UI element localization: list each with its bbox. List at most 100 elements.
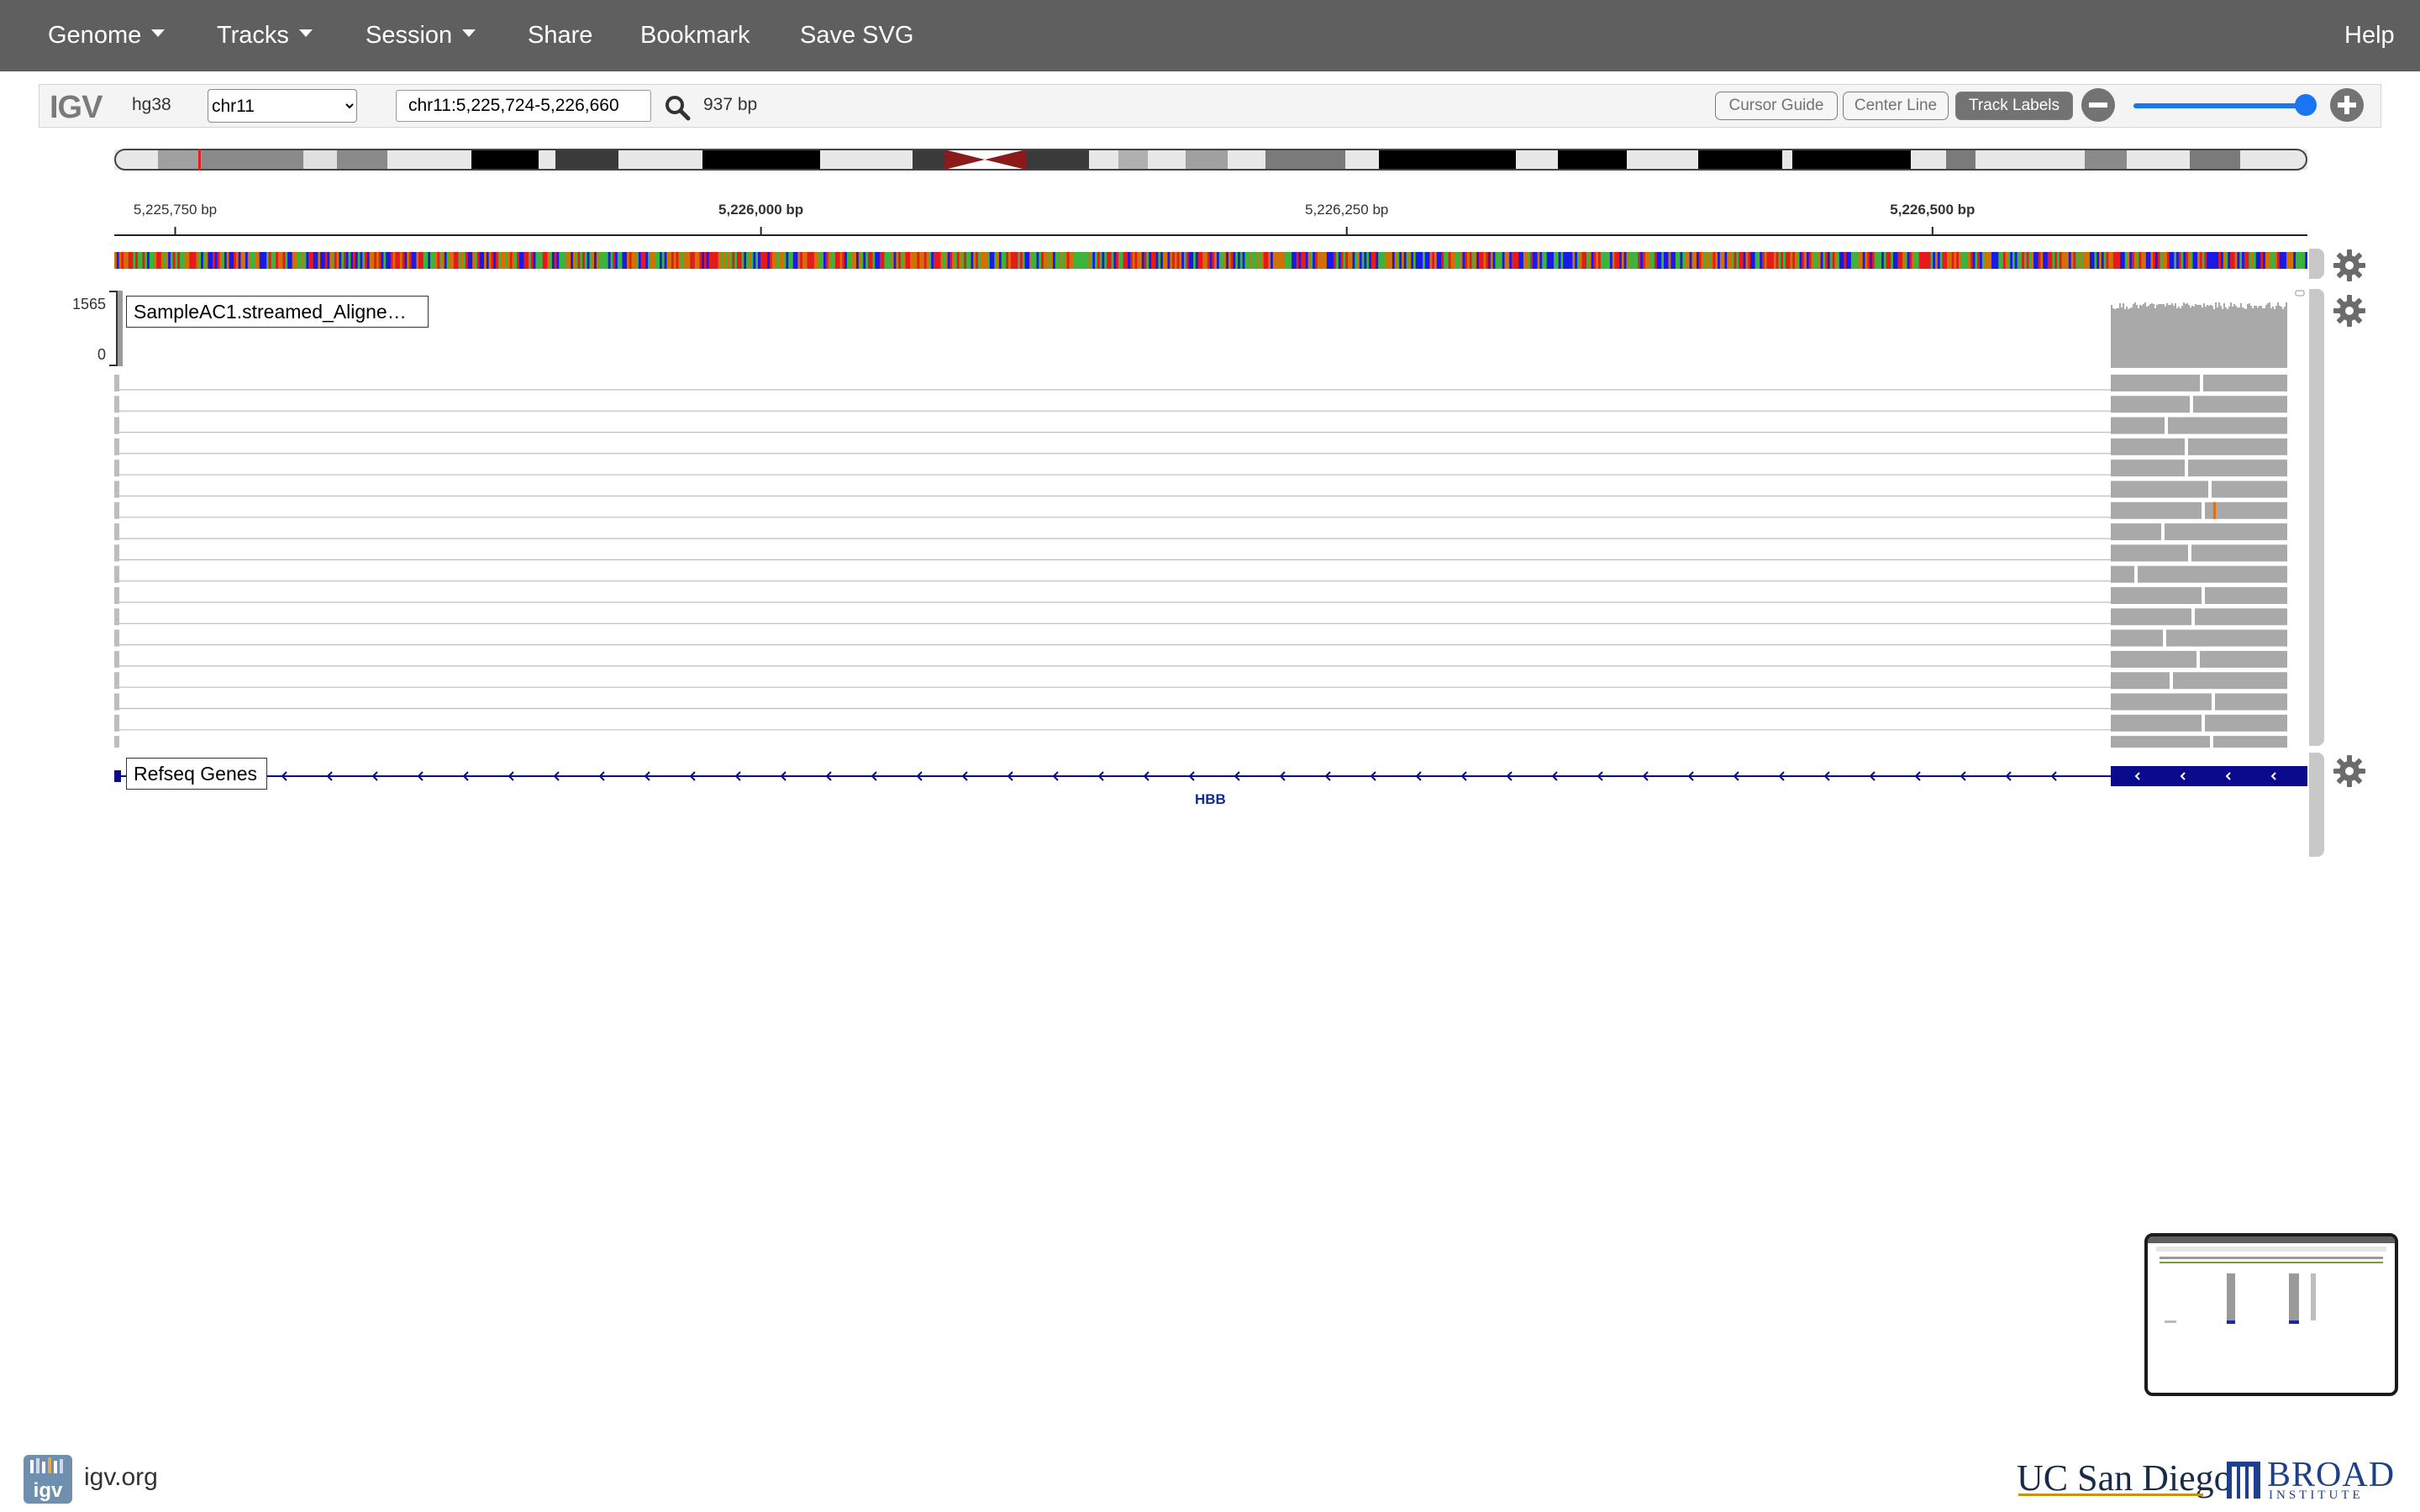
sequence-base bbox=[1680, 252, 1683, 269]
sequence-base bbox=[1797, 252, 1800, 269]
cursor-guide-button[interactable]: Cursor Guide bbox=[1715, 92, 1838, 120]
sequence-base bbox=[1802, 252, 1805, 269]
chromosome-select[interactable]: chr11 bbox=[208, 89, 357, 123]
alignment-gear-icon[interactable] bbox=[2333, 294, 2366, 328]
sequence-base bbox=[1769, 252, 1772, 269]
sequence-base bbox=[943, 252, 946, 269]
sequence-base bbox=[1858, 252, 1861, 269]
coverage-bar bbox=[2186, 303, 2188, 368]
sequence-base bbox=[245, 252, 249, 269]
gene-exon bbox=[114, 770, 121, 782]
igv-org-logo-icon[interactable]: igv bbox=[24, 1455, 72, 1504]
sequence-track[interactable] bbox=[114, 252, 2307, 269]
zoom-slider-handle[interactable] bbox=[2295, 94, 2317, 116]
broad-institute-mark-icon[interactable] bbox=[2227, 1462, 2260, 1499]
sequence-base bbox=[2244, 252, 2247, 269]
genes-gear-icon[interactable] bbox=[2333, 754, 2366, 788]
sequence-base bbox=[910, 252, 913, 269]
sequence-base bbox=[610, 252, 613, 269]
page-overview-thumbnail[interactable] bbox=[2144, 1233, 2398, 1396]
sequence-base bbox=[505, 252, 508, 269]
sequence-base bbox=[1223, 252, 1227, 269]
coverage-bar bbox=[2277, 302, 2279, 368]
track-labels-button[interactable]: Track Labels bbox=[1955, 92, 2073, 120]
sequence-base bbox=[529, 252, 532, 269]
coverage-bar bbox=[2260, 306, 2262, 368]
sequence-base bbox=[378, 252, 381, 269]
gene-exon bbox=[2111, 766, 2307, 786]
sequence-base bbox=[748, 252, 751, 269]
sequence-base bbox=[734, 252, 738, 269]
sequence-base bbox=[2223, 252, 2226, 269]
sequence-base bbox=[1137, 252, 1140, 269]
sequence-base bbox=[774, 252, 777, 269]
sequence-base bbox=[2111, 252, 2114, 269]
share-link[interactable]: Share bbox=[528, 0, 592, 71]
chromosome-ideogram[interactable] bbox=[114, 148, 2307, 171]
sequence-base bbox=[1488, 252, 1491, 269]
sequence-base bbox=[116, 252, 119, 269]
genome-menu[interactable]: Genome bbox=[48, 0, 166, 71]
gene-name-label[interactable]: HBB bbox=[1195, 791, 1226, 808]
center-line-button[interactable]: Center Line bbox=[1843, 92, 1949, 120]
sequence-base bbox=[416, 252, 419, 269]
sequence-gear-icon[interactable] bbox=[2333, 249, 2366, 282]
locus-search-input[interactable] bbox=[396, 90, 651, 122]
sequence-base bbox=[2220, 252, 2224, 269]
alignment-track[interactable] bbox=[114, 287, 2307, 748]
zoom-slider[interactable] bbox=[2133, 103, 2303, 108]
zoom-in-icon[interactable] bbox=[2328, 87, 2365, 123]
sequence-base bbox=[1160, 252, 1164, 269]
help-link[interactable]: Help bbox=[2344, 0, 2395, 71]
sequence-base bbox=[601, 252, 604, 269]
sequence-base bbox=[444, 252, 447, 269]
save-svg-link[interactable]: Save SVG bbox=[800, 0, 913, 71]
alignment-track-label[interactable]: SampleAC1.streamed_Aligne… bbox=[126, 296, 429, 328]
sequence-base bbox=[1591, 252, 1594, 269]
sequence-base bbox=[1366, 252, 1370, 269]
sequence-base bbox=[673, 252, 676, 269]
coverage-bar bbox=[2156, 305, 2158, 368]
sequence-base bbox=[1935, 252, 1939, 269]
sequence-base bbox=[977, 252, 981, 269]
sequence-base bbox=[1170, 252, 1173, 269]
sequence-scrollbar[interactable] bbox=[2309, 249, 2324, 279]
read-edge bbox=[114, 650, 119, 668]
sequence-base bbox=[198, 252, 202, 269]
sequence-base bbox=[711, 252, 714, 269]
sequence-base bbox=[577, 252, 581, 269]
sequence-base bbox=[1244, 252, 1248, 269]
sequence-base bbox=[2148, 252, 2151, 269]
sequence-base bbox=[2253, 252, 2257, 269]
chevron-down-icon bbox=[151, 29, 166, 37]
search-icon[interactable] bbox=[663, 93, 692, 122]
bookmark-link[interactable]: Bookmark bbox=[640, 0, 750, 71]
sequence-base bbox=[196, 252, 199, 269]
sequence-base bbox=[133, 252, 136, 269]
sequence-base bbox=[1441, 252, 1444, 269]
session-menu[interactable]: Session bbox=[366, 0, 476, 71]
sequence-base bbox=[353, 252, 356, 269]
sequence-base bbox=[1064, 252, 1067, 269]
sequence-base bbox=[2106, 252, 2109, 269]
genes-track-label[interactable]: Refseq Genes bbox=[126, 758, 267, 790]
sequence-base bbox=[1642, 252, 1646, 269]
sequence-base bbox=[1888, 252, 1891, 269]
sequence-base bbox=[343, 252, 347, 269]
tracks-menu[interactable]: Tracks bbox=[217, 0, 313, 71]
sequence-base bbox=[1963, 252, 1966, 269]
sequence-base bbox=[1558, 252, 1561, 269]
igv-org-link[interactable]: igv.org bbox=[84, 1463, 158, 1492]
sequence-base bbox=[1715, 252, 1718, 269]
sequence-base bbox=[961, 252, 965, 269]
zoom-out-icon[interactable] bbox=[2080, 87, 2117, 123]
sequence-base bbox=[168, 252, 171, 269]
sequence-base bbox=[982, 252, 986, 269]
genes-scrollbar[interactable] bbox=[2309, 753, 2324, 857]
sequence-base bbox=[1193, 252, 1197, 269]
sequence-base bbox=[1977, 252, 1981, 269]
alignment-scrollbar[interactable] bbox=[2309, 289, 2324, 746]
sequence-base bbox=[222, 252, 225, 269]
sequence-base bbox=[1120, 252, 1123, 269]
sequence-base bbox=[1792, 252, 1796, 269]
